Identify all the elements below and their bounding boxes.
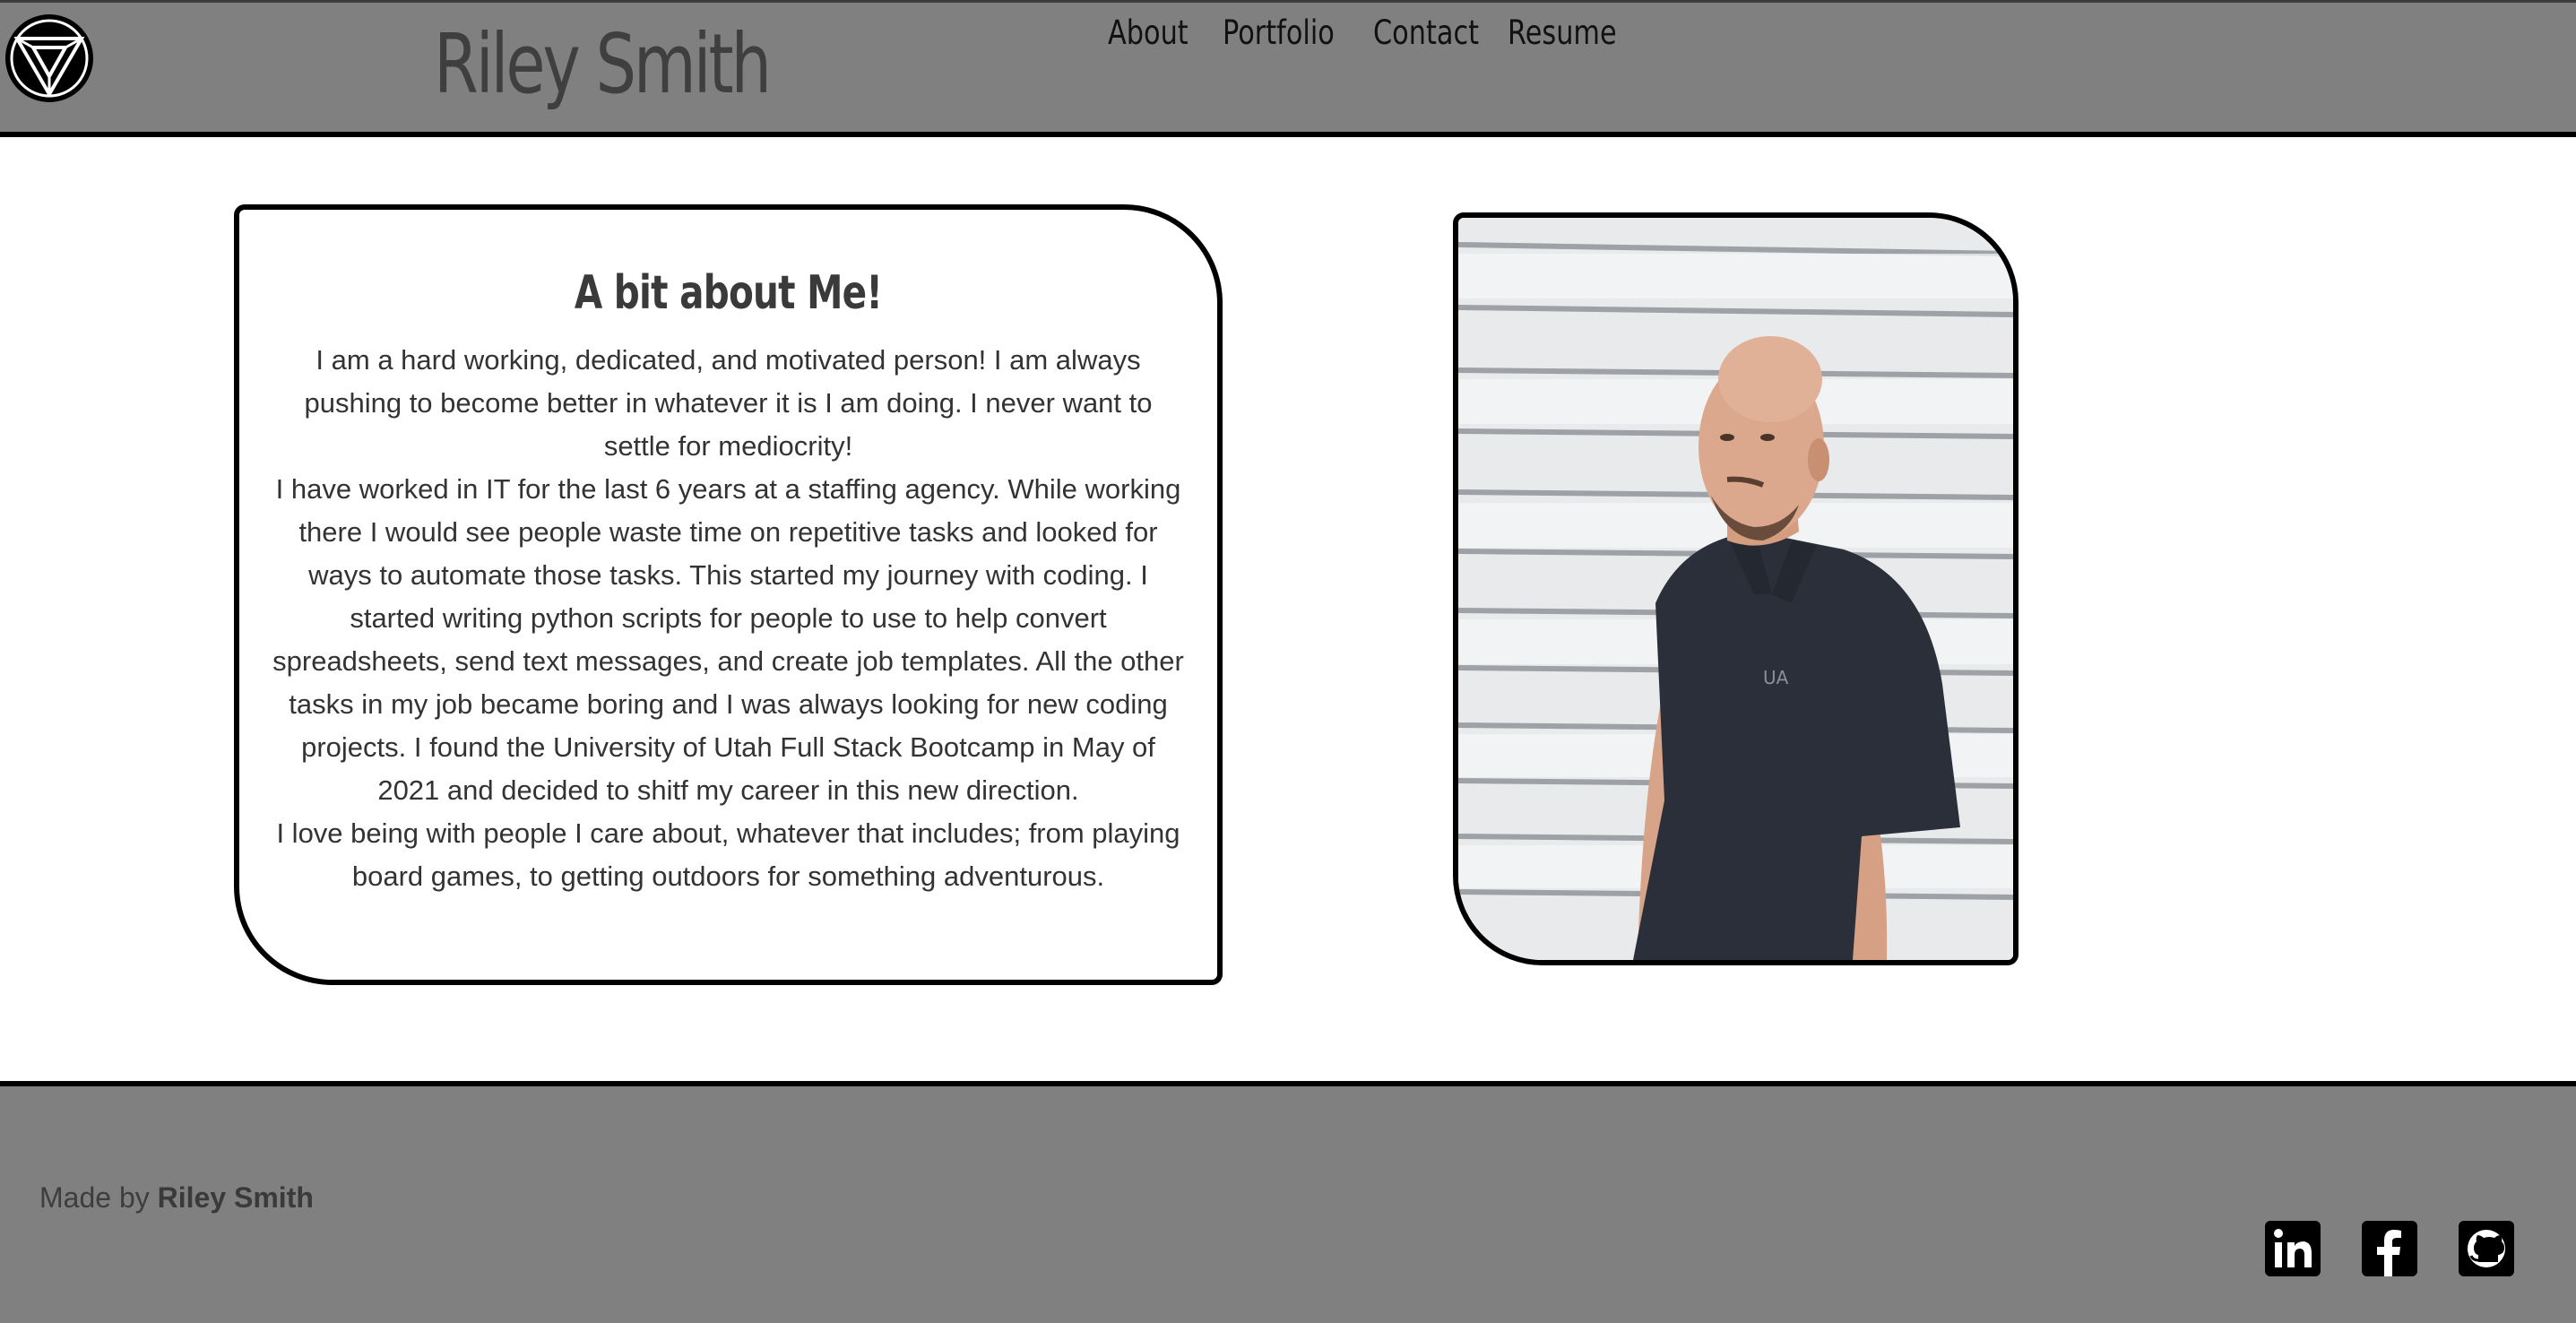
nav-link-about[interactable]: About <box>1108 13 1189 52</box>
facebook-icon[interactable] <box>2362 1221 2417 1276</box>
site-header: Riley Smith About Portfolio Contact Resu… <box>0 0 2576 137</box>
about-paragraph-2: I have worked in IT for the last 6 years… <box>272 473 1184 807</box>
nav-link-resume[interactable]: Resume <box>1508 13 1617 52</box>
made-by-prefix: Made by <box>39 1181 158 1214</box>
site-title: Riley Smith <box>434 16 772 112</box>
about-heading: A bit about Me! <box>574 266 883 320</box>
site-footer: Made by Riley Smith <box>0 1081 2576 1323</box>
triangle-logo-icon[interactable] <box>4 13 94 103</box>
about-paragraph-1: I am a hard working, dedicated, and moti… <box>304 344 1153 463</box>
made-by-text: Made by Riley Smith <box>39 1181 314 1215</box>
nav-link-portfolio[interactable]: Portfolio <box>1223 13 1335 52</box>
made-by-name: Riley Smith <box>157 1181 314 1214</box>
linkedin-icon[interactable] <box>2265 1221 2321 1276</box>
about-paragraph-3: I love being with people I care about, w… <box>276 817 1180 893</box>
github-icon[interactable] <box>2459 1221 2514 1276</box>
nav-link-contact[interactable]: Contact <box>1373 13 1479 52</box>
profile-photo-image: UA <box>1458 218 2013 960</box>
main-nav: About Portfolio Contact Resume <box>1108 13 1617 52</box>
about-card: A bit about Me! I am a hard working, ded… <box>234 204 1223 985</box>
profile-photo: UA <box>1453 212 2018 965</box>
svg-text:UA: UA <box>1763 667 1789 688</box>
